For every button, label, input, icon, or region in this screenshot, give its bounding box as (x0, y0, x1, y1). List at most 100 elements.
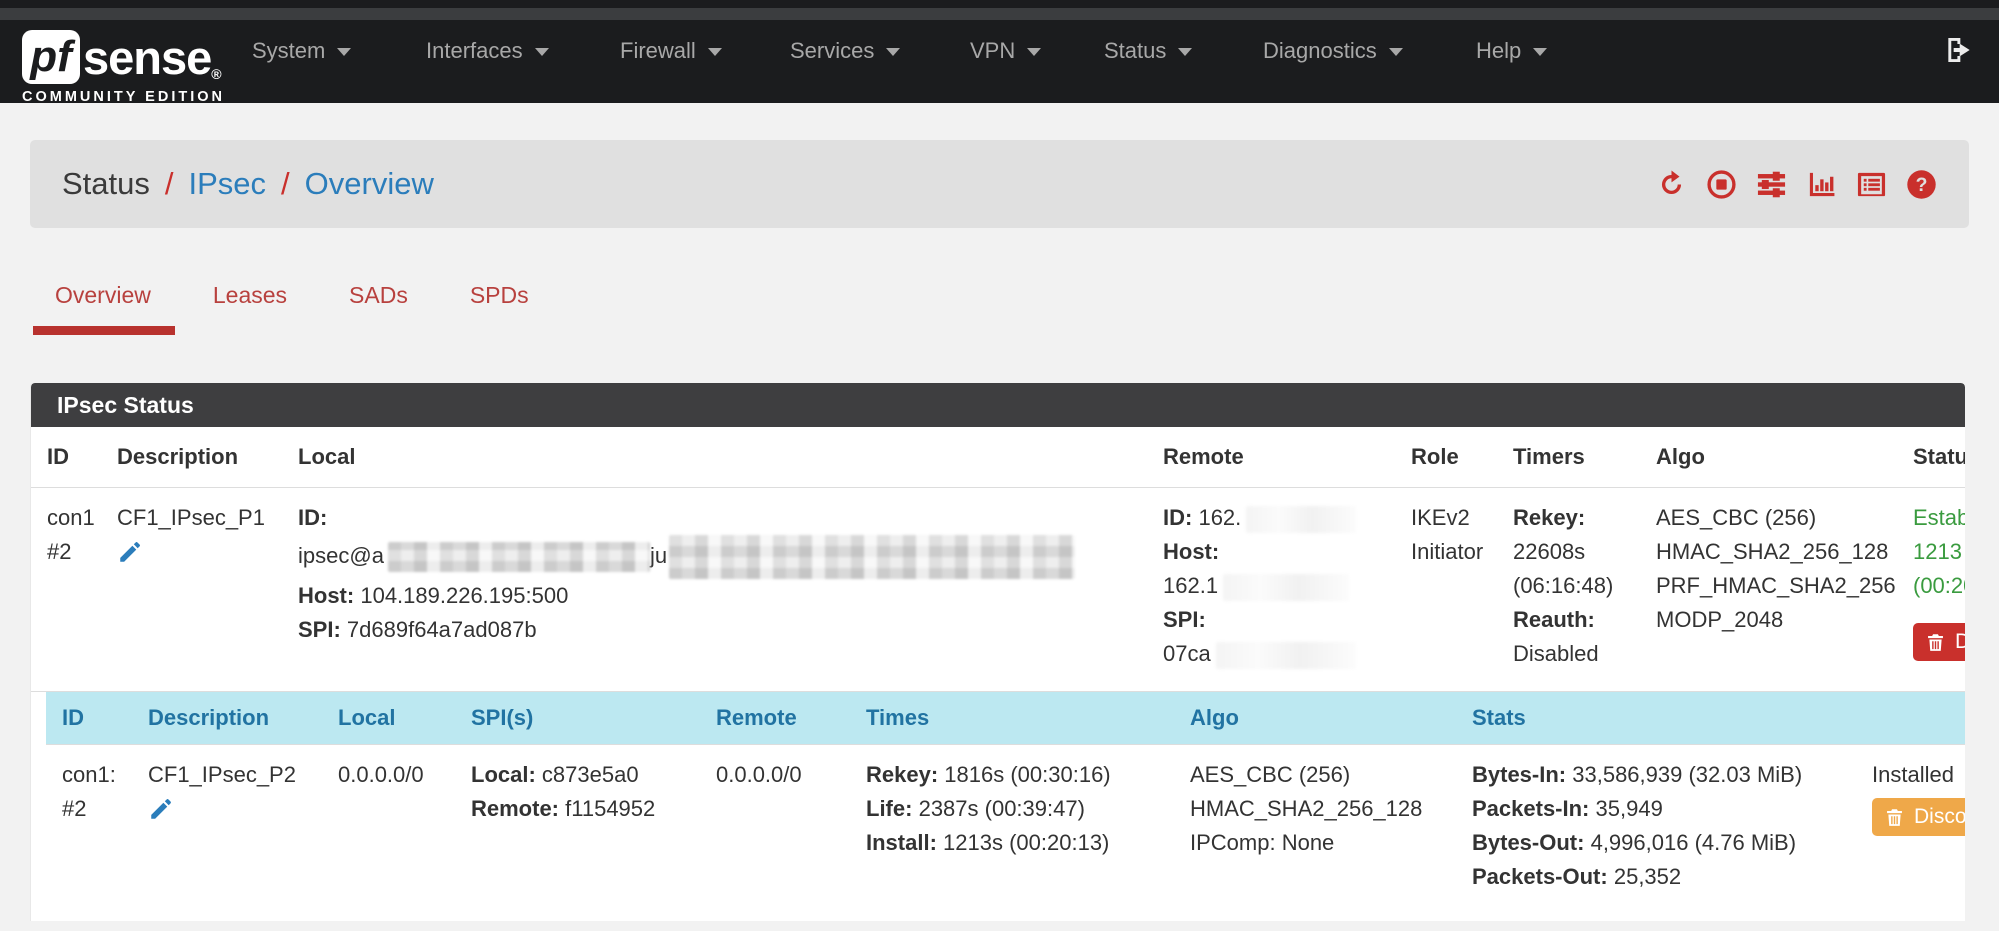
chart-bar-icon[interactable] (1806, 169, 1837, 200)
top-stripe (0, 8, 1999, 20)
status-text: (00:20:13) (1913, 569, 1965, 603)
edit-icon[interactable] (148, 796, 174, 822)
breadcrumb-section: Status (62, 166, 150, 202)
state-text: Installed (1872, 758, 1965, 792)
nav-help[interactable]: Help (1476, 38, 1547, 64)
breadcrumb: Status / IPsec / Overview ? (30, 140, 1969, 228)
navbar: pf sense® COMMUNITY EDITION System Inter… (0, 0, 1999, 103)
cell-remote: 0.0.0.0/0 (700, 745, 850, 908)
cell-id: con1: #2 (46, 745, 132, 908)
pfsense-status-ipsec-page: pf sense® COMMUNITY EDITION System Inter… (0, 0, 1999, 931)
tab-overview[interactable]: Overview (55, 282, 151, 335)
breadcrumb-link-overview[interactable]: Overview (305, 166, 434, 202)
nav-system[interactable]: System (252, 38, 351, 64)
svg-text:?: ? (1916, 173, 1928, 195)
tab-spds[interactable]: SPDs (470, 282, 529, 335)
cell-description: CF1_IPsec_P2 (132, 745, 322, 908)
col-timers: Timers (1497, 427, 1640, 488)
panel-title: IPsec Status (31, 383, 1965, 427)
redacted-text (1216, 642, 1356, 669)
chevron-down-icon (1389, 48, 1403, 56)
cell-algo: AES_CBC (256) HMAC_SHA2_256_128 PRF_HMAC… (1640, 488, 1897, 692)
pfsense-logo[interactable]: pf sense® COMMUNITY EDITION (22, 30, 225, 105)
col-local: Local (322, 692, 455, 745)
tab-leases[interactable]: Leases (213, 282, 287, 335)
cell-description: CF1_IPsec_P1 (101, 488, 282, 692)
cell-remote: ID: 162. Host: 162.1 SPI: 07ca (1147, 488, 1395, 692)
ike-sa-table: ID Description Local Remote Role Timers … (31, 427, 1965, 692)
tab-bar: Overview Leases SADs SPDs (55, 282, 591, 335)
sliders-icon[interactable] (1756, 169, 1787, 200)
chevron-down-icon (708, 48, 722, 56)
col-local: Local (282, 427, 1147, 488)
cell-status: Established 1213 seconds (00:20:13) Disc… (1897, 488, 1965, 692)
col-role: Role (1395, 427, 1497, 488)
col-description: Description (101, 427, 282, 488)
ike-sa-table-wrap: ID Description Local Remote Role Timers … (31, 427, 1965, 692)
chevron-down-icon (886, 48, 900, 56)
col-algo: Algo (1174, 692, 1456, 745)
redacted-text (1223, 574, 1349, 601)
chevron-down-icon (535, 48, 549, 56)
sign-out-icon (1943, 34, 1975, 66)
nav-diagnostics[interactable]: Diagnostics (1263, 38, 1403, 64)
disconnect-p2-button[interactable]: Disconnect (1872, 798, 1965, 836)
nav-services[interactable]: Services (790, 38, 900, 64)
redacted-text (388, 542, 650, 572)
child-header-row: ID Description Local SPI(s) Remote Times… (46, 692, 1965, 745)
breadcrumb-link-ipsec[interactable]: IPsec (189, 166, 267, 202)
col-actions (1856, 692, 1965, 745)
trash-icon (1925, 632, 1946, 653)
chevron-down-icon (1178, 48, 1192, 56)
status-text: 1213 seconds (1913, 535, 1965, 569)
cell-local: 0.0.0.0/0 (322, 745, 455, 908)
nav-interfaces[interactable]: Interfaces (426, 38, 549, 64)
tab-sads[interactable]: SADs (349, 282, 408, 335)
logout-button[interactable] (1943, 34, 1975, 71)
cell-spis: Local: c873e5a0 Remote: f1154952 (455, 745, 700, 908)
help-icon[interactable]: ? (1906, 169, 1937, 200)
table-row: con1: #2 CF1_IPsec_P2 0.0.0.0/0 Local: c… (46, 745, 1965, 908)
brand-subtitle: COMMUNITY EDITION (22, 89, 225, 105)
table-row: con1 #2 CF1_IPsec_P1 ID: ipsec@aju Host:… (31, 488, 1965, 692)
cell-role: IKEv2 Initiator (1395, 488, 1497, 692)
cell-stats: Bytes-In: 33,586,939 (32.03 MiB) Packets… (1456, 745, 1856, 908)
nav-firewall[interactable]: Firewall (620, 38, 722, 64)
nav-status[interactable]: Status (1104, 38, 1192, 64)
cell-id: con1 #2 (31, 488, 101, 692)
page-actions: ? (1656, 169, 1937, 200)
cell-local: ID: ipsec@aju Host: 104.189.226.195:500 … (282, 488, 1147, 692)
redacted-text (669, 535, 1075, 579)
col-status: Status (1897, 427, 1965, 488)
breadcrumb-separator: / (281, 166, 290, 202)
redacted-text (1246, 506, 1356, 533)
col-algo: Algo (1640, 427, 1897, 488)
child-sa-table: ID Description Local SPI(s) Remote Times… (46, 692, 1965, 907)
edit-icon[interactable] (117, 539, 143, 565)
table-header-row: ID Description Local Remote Role Timers … (31, 427, 1965, 488)
col-times: Times (850, 692, 1174, 745)
cell-algo: AES_CBC (256) HMAC_SHA2_256_128 IPComp: … (1174, 745, 1456, 908)
col-remote: Remote (1147, 427, 1395, 488)
chevron-down-icon (1533, 48, 1547, 56)
col-id: ID (31, 427, 101, 488)
col-remote: Remote (700, 692, 850, 745)
disconnect-p1-button[interactable]: Disconnect (1913, 623, 1965, 661)
status-text: Established (1913, 501, 1965, 535)
nav-vpn[interactable]: VPN (970, 38, 1041, 64)
col-id: ID (46, 692, 132, 745)
breadcrumb-separator: / (165, 166, 174, 202)
col-description: Description (132, 692, 322, 745)
chevron-down-icon (337, 48, 351, 56)
refresh-icon[interactable] (1656, 169, 1687, 200)
cell-times: Rekey: 1816s (00:30:16) Life: 2387s (00:… (850, 745, 1174, 908)
pf-logo-mark: pf (22, 30, 80, 84)
cell-timers: Rekey: 22608s (06:16:48) Reauth: Disable… (1497, 488, 1640, 692)
col-spis: SPI(s) (455, 692, 700, 745)
col-stats: Stats (1456, 692, 1856, 745)
trash-icon (1884, 807, 1905, 828)
child-sa-table-wrap: ID Description Local SPI(s) Remote Times… (46, 692, 1965, 907)
stop-icon[interactable] (1706, 169, 1737, 200)
list-icon[interactable] (1856, 169, 1887, 200)
chevron-down-icon (1027, 48, 1041, 56)
